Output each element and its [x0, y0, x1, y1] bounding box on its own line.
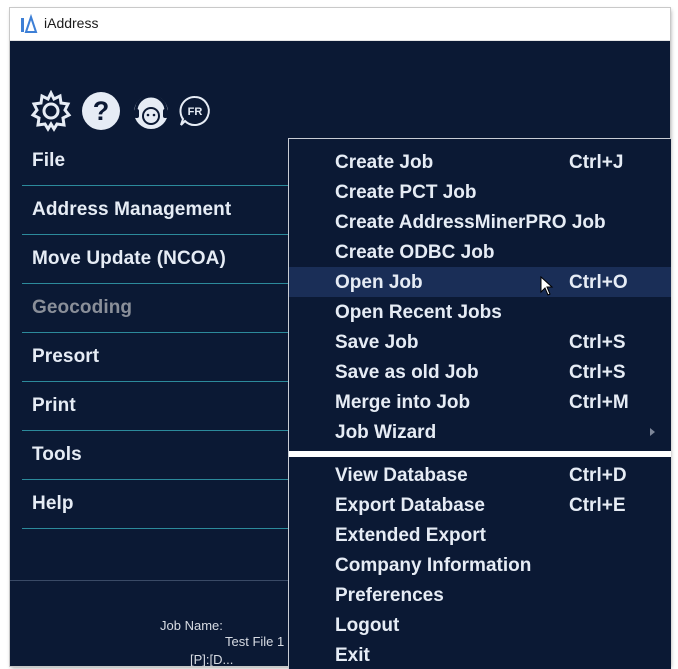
menu-item-extended-export[interactable]: Extended Export [289, 520, 671, 550]
menu-item-label: Preferences [335, 585, 444, 606]
menu-item-shortcut: Ctrl+S [569, 362, 626, 383]
title-bar: iAddress [10, 8, 670, 41]
menu-item-open-recent-jobs[interactable]: Open Recent Jobs [289, 297, 671, 327]
nav-item-tools[interactable]: Tools [22, 431, 302, 480]
main-nav: File Address Management Move Update (NCO… [22, 137, 302, 529]
menu-item-label: Export Database [335, 495, 485, 516]
menu-item-shortcut: Ctrl+D [569, 465, 627, 486]
menu-item-label: Extended Export [335, 525, 486, 546]
menu-item-label: Open Recent Jobs [335, 302, 502, 323]
menu-item-shortcut: Ctrl+S [569, 332, 626, 353]
menu-item-job-wizard[interactable]: Job Wizard [289, 417, 671, 447]
window-title: iAddress [44, 15, 99, 31]
menu-item-merge-into-job[interactable]: Merge into Job Ctrl+M [289, 387, 671, 417]
nav-item-print[interactable]: Print [22, 382, 302, 431]
menu-item-label: Create ODBC Job [335, 242, 495, 263]
menu-item-shortcut: Ctrl+M [569, 392, 629, 413]
menu-item-save-as-old-job[interactable]: Save as old Job Ctrl+S [289, 357, 671, 387]
menu-item-open-job[interactable]: Open Job Ctrl+O [289, 267, 671, 297]
menu-item-create-addressminerpro-job[interactable]: Create AddressMinerPRO Job [289, 207, 671, 237]
menu-item-shortcut: Ctrl+J [569, 152, 624, 173]
menu-item-label: Company Information [335, 555, 532, 576]
menu-item-shortcut: Ctrl+O [569, 272, 628, 293]
submenu-arrow-icon [650, 428, 655, 436]
menu-item-label: Logout [335, 615, 400, 636]
nav-item-move-update[interactable]: Move Update (NCOA) [22, 235, 302, 284]
menu-item-create-odbc-job[interactable]: Create ODBC Job [289, 237, 671, 267]
file-dropdown-menu: Create Job Ctrl+J Create PCT Job Create … [288, 138, 671, 669]
menu-item-label: Create Job [335, 152, 434, 173]
menu-item-shortcut: Ctrl+E [569, 495, 626, 516]
menu-top-padding [289, 139, 671, 147]
app-logo-icon [21, 14, 38, 33]
menu-item-label: Save Job [335, 332, 419, 353]
menu-item-label: Job Wizard [335, 422, 437, 443]
mouse-cursor-icon [540, 276, 554, 296]
menu-separator [289, 451, 671, 457]
menu-item-create-job[interactable]: Create Job Ctrl+J [289, 147, 671, 177]
menu-item-label: Create AddressMinerPRO Job [335, 212, 606, 233]
help-glyph: ? [93, 96, 110, 126]
nav-item-help[interactable]: Help [22, 480, 302, 529]
menu-item-preferences[interactable]: Preferences [289, 580, 671, 610]
settings-icon[interactable] [30, 90, 72, 132]
menu-item-label: Merge into Job [335, 392, 471, 413]
nav-item-geocoding: Geocoding [22, 284, 302, 333]
menu-item-exit[interactable]: Exit [289, 640, 671, 669]
menu-item-label: Exit [335, 645, 370, 666]
menu-item-logout[interactable]: Logout [289, 610, 671, 640]
nav-item-presort[interactable]: Presort [22, 333, 302, 382]
job-name-label: Job Name: [160, 618, 223, 633]
language-fr-icon[interactable]: FR [178, 94, 212, 128]
nav-item-file[interactable]: File [22, 137, 302, 186]
menu-item-export-database[interactable]: Export Database Ctrl+E [289, 490, 671, 520]
menu-item-label: Create PCT Job [335, 182, 477, 203]
menu-item-label: Save as old Job [335, 362, 479, 383]
help-icon[interactable]: ? [80, 90, 122, 132]
job-path: [P]:[D... [190, 652, 234, 666]
menu-item-view-database[interactable]: View Database Ctrl+D [289, 460, 671, 490]
menu-item-label: View Database [335, 465, 468, 486]
job-name-value: Test File 1 [225, 634, 285, 649]
nav-item-address-management[interactable]: Address Management [22, 186, 302, 235]
menu-item-save-job[interactable]: Save Job Ctrl+S [289, 327, 671, 357]
menu-item-label: Open Job [335, 272, 423, 293]
menu-item-company-information[interactable]: Company Information [289, 550, 671, 580]
menu-item-create-pct-job[interactable]: Create PCT Job [289, 177, 671, 207]
support-agent-icon[interactable] [130, 90, 172, 132]
language-label: FR [188, 106, 203, 118]
